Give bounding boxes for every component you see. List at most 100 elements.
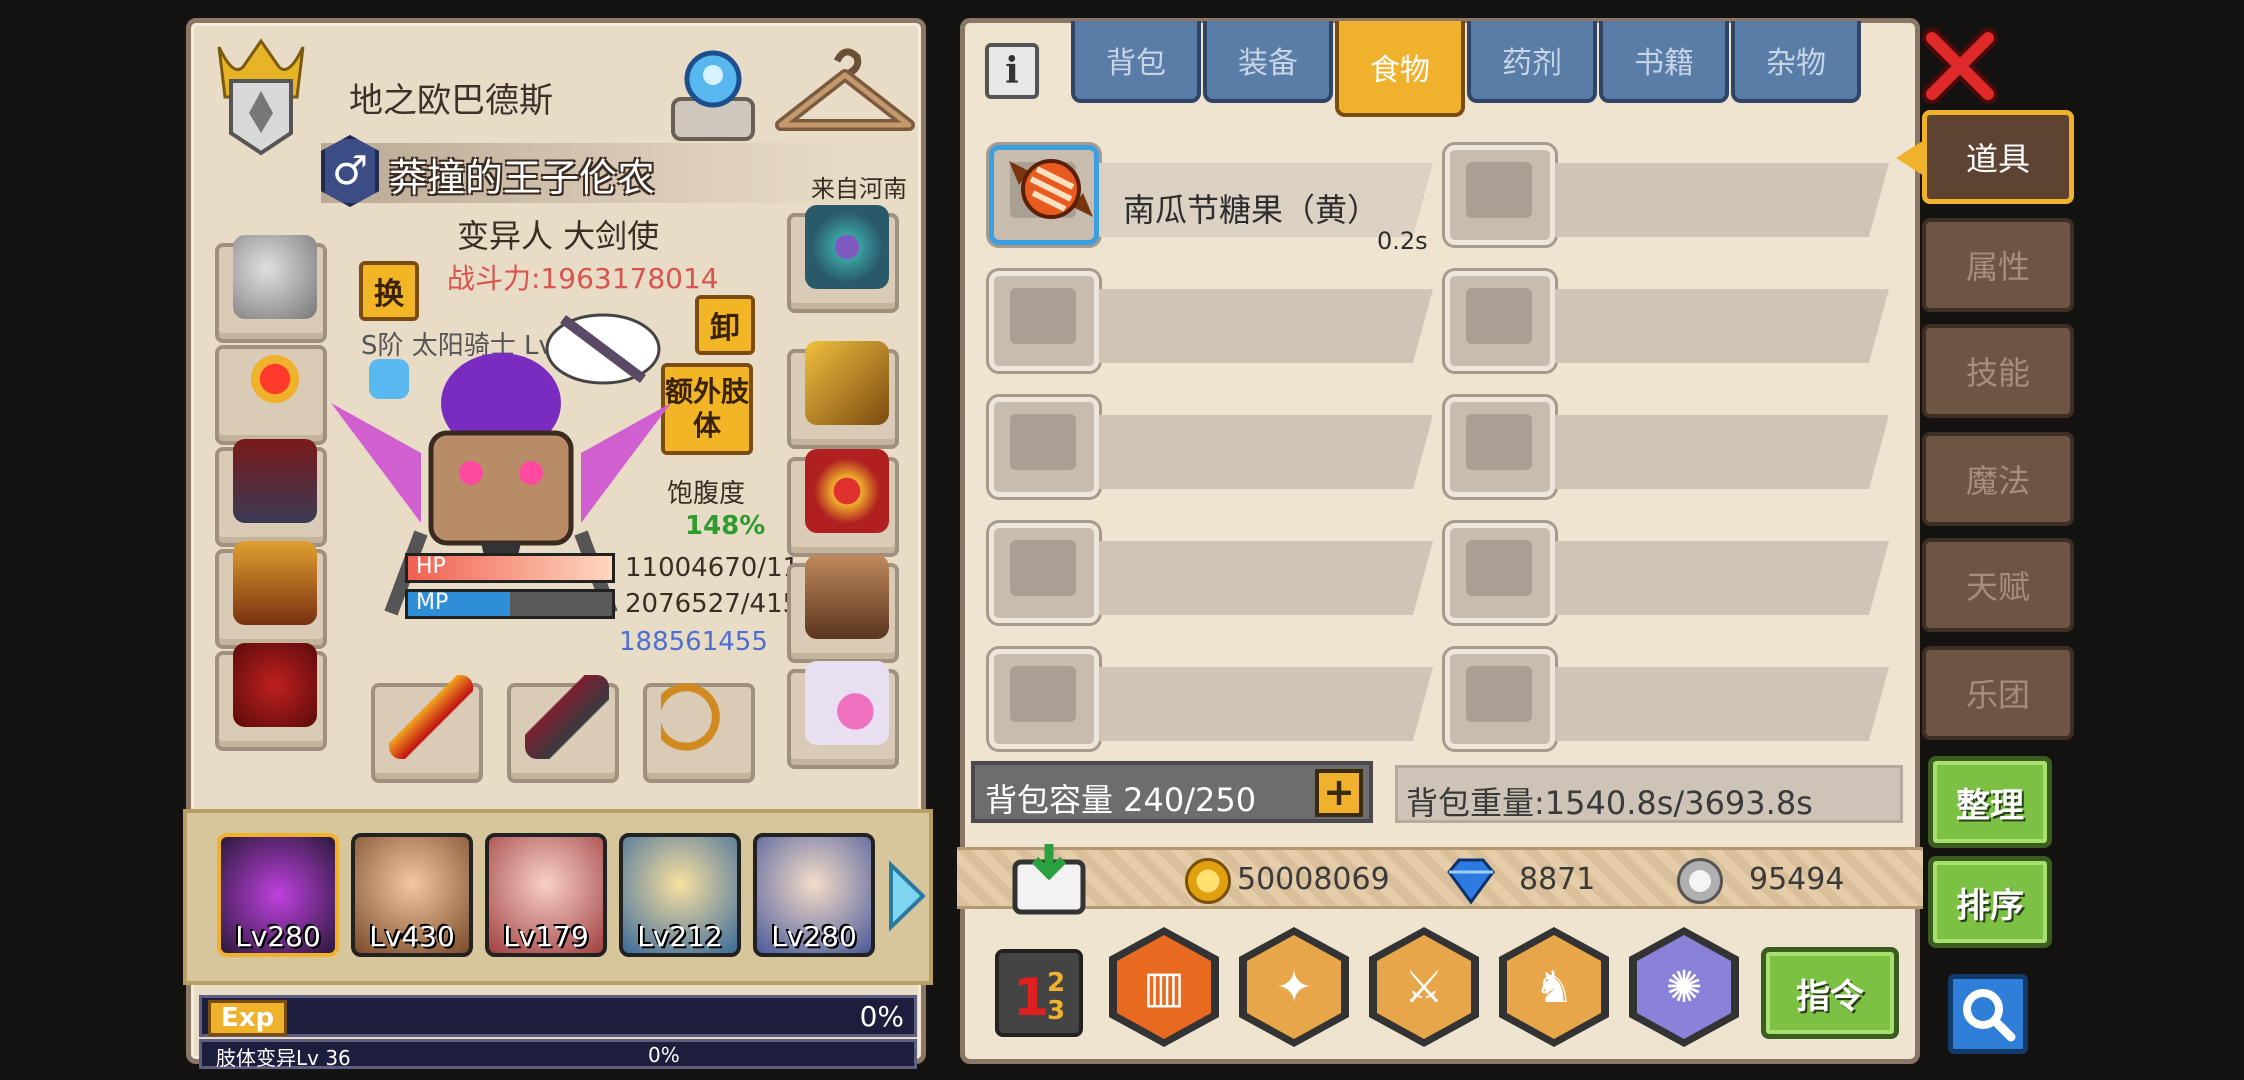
diamond-icon	[1445, 858, 1497, 906]
equip-slot-belt[interactable]	[215, 643, 327, 751]
equip-slot-crest[interactable]	[787, 205, 899, 313]
organize-button[interactable]: 整理	[1928, 756, 2052, 848]
tab-potion[interactable]: 药剂	[1467, 21, 1597, 103]
currency-row: 50008069 8871 95494	[957, 844, 1923, 915]
equip-slot-weapon-3[interactable]	[643, 675, 755, 783]
inventory-slot[interactable]: 南瓜节糖果（黄） 0.2s	[989, 145, 1433, 255]
side-tab-skills[interactable]: 技能	[1922, 324, 2074, 418]
party-member-level: Lv430	[369, 920, 455, 953]
party-member-4[interactable]: Lv212	[619, 833, 741, 957]
rank-emblem-icon	[213, 37, 309, 157]
magic-circle-icon: ✺	[1637, 935, 1731, 1039]
demon-mask-icon	[233, 643, 317, 727]
inventory-slot[interactable]	[1445, 523, 1889, 623]
pet-sprite-icon	[543, 299, 663, 389]
helmet-icon	[233, 235, 317, 319]
tab-books[interactable]: 书籍	[1599, 21, 1729, 103]
capacity-text: 背包容量 240/250	[985, 781, 1257, 819]
necklace-icon	[233, 337, 317, 421]
character-origin: 来自河南	[811, 175, 907, 203]
weight-text: 背包重量:1540.8s/3693.8s	[1406, 784, 1813, 822]
crystal-altar-icon[interactable]	[663, 37, 763, 147]
tab-equipment[interactable]: 装备	[1203, 21, 1333, 103]
party-row: Lv280 Lv430 Lv179 Lv212 Lv280	[183, 809, 933, 985]
inventory-slot[interactable]	[989, 397, 1433, 497]
close-icon[interactable]	[1922, 28, 1998, 104]
item-icon-box	[989, 523, 1099, 623]
equip-slot-accessory[interactable]	[787, 661, 899, 769]
sort-button[interactable]: 排序	[1928, 856, 2052, 948]
item-icon-box	[1445, 649, 1555, 749]
side-tab-magic[interactable]: 魔法	[1922, 432, 2074, 526]
search-icon[interactable]	[1948, 974, 2028, 1054]
equip-slot-gauntlet[interactable]	[787, 341, 899, 449]
side-tab-band[interactable]: 乐团	[1922, 646, 2074, 740]
unequip-button[interactable]: 卸	[695, 295, 755, 355]
hex-button-furnace[interactable]: ▥	[1109, 927, 1219, 1047]
inventory-slot[interactable]	[989, 649, 1433, 749]
equip-slot-weapon-1[interactable]	[371, 675, 483, 783]
tab-food[interactable]: 食物	[1335, 21, 1465, 117]
party-member-1[interactable]: Lv280	[217, 833, 339, 957]
hex-button-sword[interactable]: ⚔	[1369, 927, 1479, 1047]
info-icon[interactable]: i	[985, 43, 1039, 99]
party-next-arrow-icon[interactable]	[887, 860, 927, 932]
equip-slot-weapon-2[interactable]	[507, 675, 619, 783]
svg-text:1: 1	[1013, 968, 1049, 1028]
side-tab-attributes[interactable]: 属性	[1922, 218, 2074, 312]
crest-icon	[805, 205, 889, 289]
combat-power: 战斗力:1963178014	[447, 262, 719, 295]
inventory-slot[interactable]	[989, 271, 1433, 371]
item-icon-box	[989, 649, 1099, 749]
knight-icon: ♞	[1507, 935, 1601, 1039]
character-class: 变异人 大剑使	[457, 217, 660, 255]
tab-misc[interactable]: 杂物	[1731, 21, 1861, 103]
swap-button[interactable]: 换	[359, 261, 419, 321]
character-title: 地之欧巴德斯	[349, 81, 553, 121]
item-strip	[1099, 667, 1433, 741]
item-name: 南瓜节糖果（黄）	[1123, 191, 1380, 229]
staff-icon	[389, 675, 473, 759]
gold-amount: 50008069	[1237, 862, 1390, 897]
hex-button-shuriken[interactable]: ✦	[1239, 927, 1349, 1047]
party-member-3[interactable]: Lv179	[485, 833, 607, 957]
item-strip	[1555, 289, 1889, 363]
expand-capacity-button[interactable]: +	[1315, 769, 1363, 817]
inventory-slot[interactable]	[1445, 397, 1889, 497]
exp-percent: 0%	[859, 1000, 904, 1033]
equip-slot-armor[interactable]	[215, 541, 327, 649]
limb-mutation-percent: 0%	[648, 1043, 680, 1067]
party-member-5[interactable]: Lv280	[753, 833, 875, 957]
equip-slot-ring[interactable]	[787, 449, 899, 557]
inventory-slot[interactable]	[1445, 271, 1889, 371]
item-weight: 0.2s	[1377, 227, 1428, 255]
equip-slot-boots[interactable]	[787, 555, 899, 663]
hanger-icon[interactable]	[775, 41, 915, 151]
item-strip	[1555, 163, 1889, 237]
item-strip	[1555, 667, 1889, 741]
inventory-slot[interactable]	[1445, 649, 1889, 749]
exp-bar: Exp 0%	[199, 995, 917, 1037]
equip-slot-necklace[interactable]	[215, 337, 327, 445]
tab-backpack[interactable]: 背包	[1071, 21, 1201, 103]
ring-icon	[805, 449, 889, 533]
armor-icon	[233, 541, 317, 625]
equip-slot-helmet[interactable]	[215, 235, 327, 343]
item-strip	[1099, 541, 1433, 615]
command-button[interactable]: 指令	[1761, 947, 1899, 1039]
number-order-button[interactable]: 1 2 3	[995, 949, 1083, 1037]
party-member-2[interactable]: Lv430	[351, 833, 473, 957]
equip-slot-cape[interactable]	[215, 439, 327, 547]
shuriken-icon: ✦	[1247, 935, 1341, 1039]
bow-icon	[661, 675, 745, 759]
deposit-icon[interactable]	[1009, 842, 1089, 916]
mp-bar: MP	[405, 589, 615, 619]
hex-button-knight[interactable]: ♞	[1499, 927, 1609, 1047]
satiety-label: 饱腹度	[667, 479, 746, 509]
side-tab-talent[interactable]: 天赋	[1922, 538, 2074, 632]
inventory-slot[interactable]	[1445, 145, 1889, 245]
side-tab-items[interactable]: 道具	[1922, 110, 2074, 204]
hex-button-magic[interactable]: ✺	[1629, 927, 1739, 1047]
extra-limb-button[interactable]: 额外肢体	[661, 363, 753, 455]
inventory-slot[interactable]	[989, 523, 1433, 623]
